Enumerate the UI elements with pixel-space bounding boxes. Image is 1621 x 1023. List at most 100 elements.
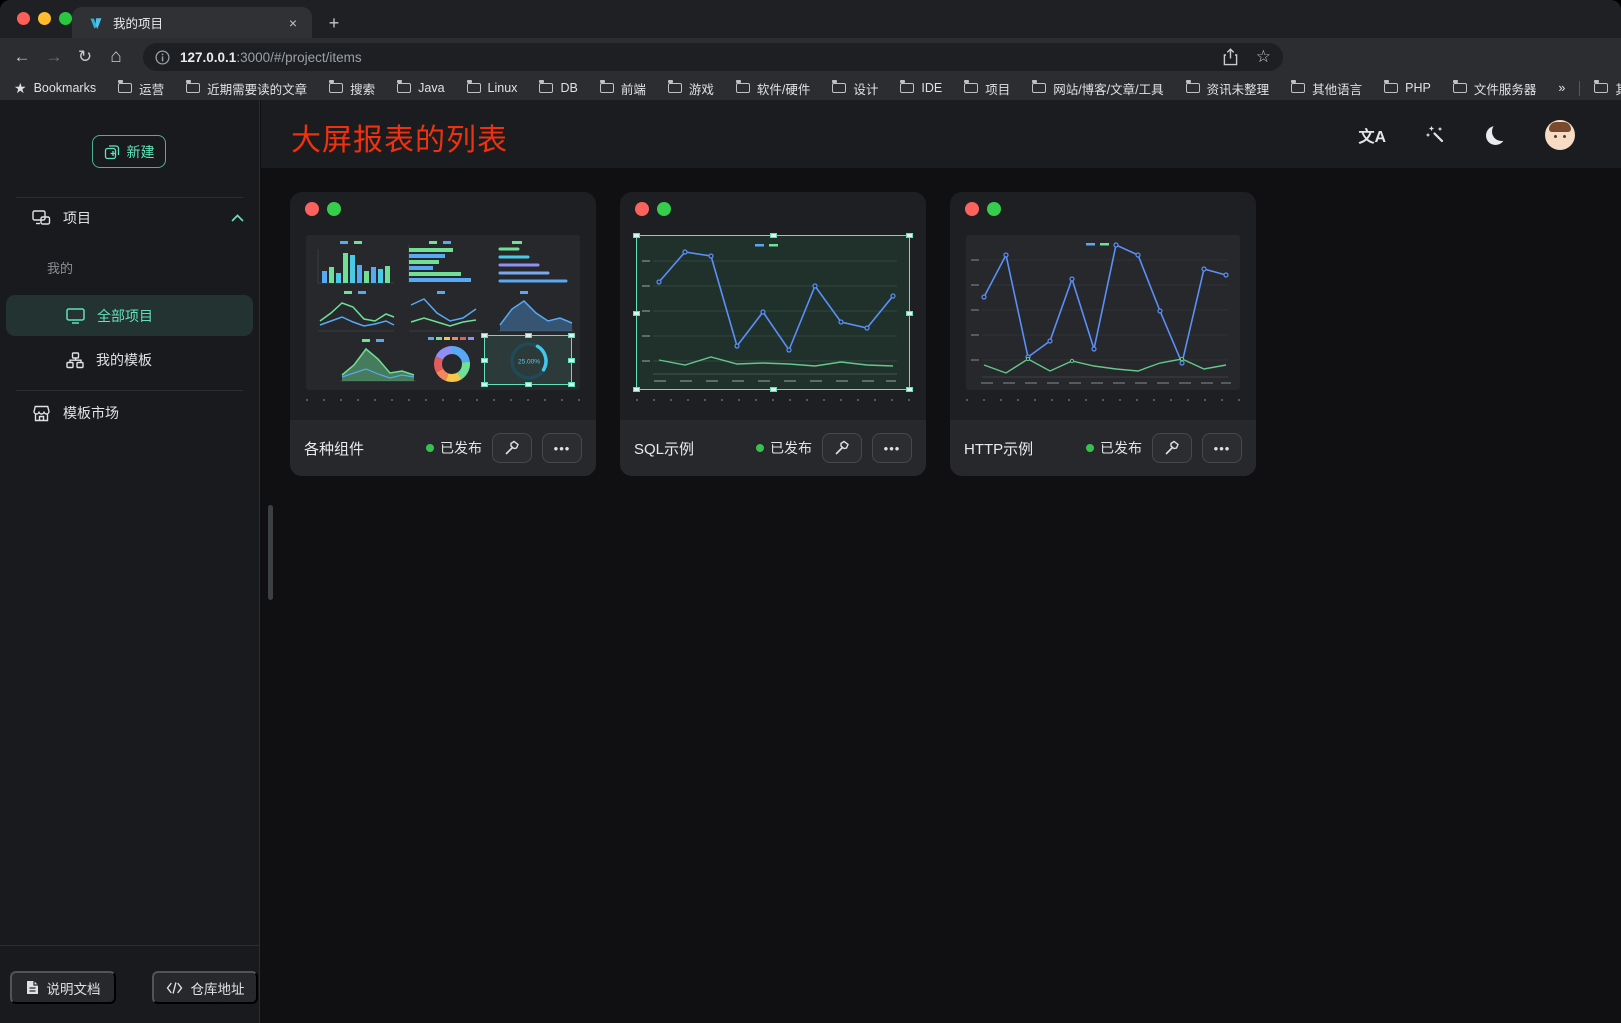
dotted-separator xyxy=(306,399,580,401)
magic-wand-icon[interactable] xyxy=(1426,125,1446,145)
code-icon xyxy=(166,982,183,994)
project-thumbnail-selected xyxy=(636,235,910,390)
card-green-dot xyxy=(987,202,1001,216)
new-tab-button[interactable]: + xyxy=(322,11,346,35)
bookmark-folder[interactable]: DB xyxy=(539,81,577,95)
share-icon[interactable] xyxy=(1223,48,1238,66)
hammer-icon xyxy=(504,440,520,456)
sidebar-footer: 说明文档 仓库地址 xyxy=(0,945,259,1023)
user-avatar[interactable] xyxy=(1545,120,1575,150)
folder-icon xyxy=(964,83,978,93)
edit-project-button[interactable] xyxy=(822,433,862,463)
dark-mode-moon-icon[interactable] xyxy=(1486,126,1505,145)
bookmark-folder[interactable]: 其他语言 xyxy=(1291,79,1362,98)
bookmark-folder[interactable]: 项目 xyxy=(964,79,1010,98)
tab-title: 我的项目 xyxy=(113,13,284,32)
bookmark-folder[interactable]: 网站/博客/文章/工具 xyxy=(1032,79,1163,98)
dotted-separator xyxy=(636,399,910,401)
bookmark-folder[interactable]: IDE xyxy=(900,81,942,95)
tab-strip: 我的项目 × + xyxy=(0,0,1621,38)
template-nodes-icon xyxy=(66,352,84,369)
card-red-dot xyxy=(635,202,649,216)
folder-icon xyxy=(900,83,914,93)
new-project-button[interactable]: 新建 xyxy=(92,135,166,168)
project-title: SQL示例 xyxy=(634,438,694,459)
goview-favicon-icon xyxy=(88,15,104,31)
sidebar-item-my-templates[interactable]: 我的模板 xyxy=(66,350,246,370)
folder-icon xyxy=(600,83,614,93)
folder-icon xyxy=(1186,83,1200,93)
more-actions-button[interactable]: ••• xyxy=(1202,433,1242,463)
selected-gauge-widget: 25.00% xyxy=(484,335,572,385)
hammer-icon xyxy=(1164,440,1180,456)
card-red-dot xyxy=(305,202,319,216)
screens-icon xyxy=(32,210,51,227)
project-thumbnail xyxy=(966,235,1240,390)
card-red-dot xyxy=(965,202,979,216)
site-info-icon[interactable] xyxy=(155,50,170,65)
bookmark-folder[interactable]: 运营 xyxy=(118,79,164,98)
project-title: HTTP示例 xyxy=(964,438,1033,459)
bookmark-folder[interactable]: 软件/硬件 xyxy=(736,79,810,98)
edit-project-button[interactable] xyxy=(1152,433,1192,463)
copy-plus-icon xyxy=(104,144,120,160)
card-footer: SQL示例 已发布 ••• xyxy=(620,420,926,476)
monitor-icon xyxy=(66,308,85,324)
more-actions-button[interactable]: ••• xyxy=(872,433,912,463)
dotted-separator xyxy=(966,399,1240,401)
bookmark-folder[interactable]: Java xyxy=(397,81,444,95)
back-icon[interactable]: ← xyxy=(10,45,34,69)
close-window-button[interactable] xyxy=(17,12,30,25)
home-icon[interactable]: ⌂ xyxy=(104,45,128,69)
storefront-icon xyxy=(32,405,51,422)
bookmark-folder[interactable]: Linux xyxy=(467,81,518,95)
zoom-window-button[interactable] xyxy=(59,12,72,25)
folder-icon xyxy=(118,83,132,93)
browser-tab[interactable]: 我的项目 × xyxy=(72,7,312,38)
project-card[interactable]: 25.00% 各种组件 已发布 ••• xyxy=(290,192,596,476)
divider xyxy=(16,197,243,198)
bookmarks-overflow-icon[interactable]: » xyxy=(1558,81,1565,95)
docs-button[interactable]: 说明文档 xyxy=(10,971,116,1004)
bookmark-folder[interactable]: 文件服务器 xyxy=(1453,79,1537,98)
sidebar-item-template-market[interactable]: 模板市场 xyxy=(32,403,244,423)
bookmark-folder[interactable]: 近期需要读的文章 xyxy=(186,79,307,98)
project-card[interactable]: SQL示例 已发布 ••• xyxy=(620,192,926,476)
bookmark-folder[interactable]: 游戏 xyxy=(668,79,714,98)
url-host: 127.0.0.1 xyxy=(180,50,236,65)
bookmarks-root[interactable]: ★Bookmarks xyxy=(14,80,96,97)
folder-icon xyxy=(1291,83,1305,93)
project-title: 各种组件 xyxy=(304,438,364,459)
bookmark-folder[interactable]: 搜索 xyxy=(329,79,375,98)
folder-icon xyxy=(1384,83,1398,93)
sidebar-group-projects[interactable]: 项目 xyxy=(32,208,244,228)
minimize-window-button[interactable] xyxy=(38,12,51,25)
project-card[interactable]: HTTP示例 已发布 ••• xyxy=(950,192,1256,476)
hammer-icon xyxy=(834,440,850,456)
more-actions-button[interactable]: ••• xyxy=(542,433,582,463)
folder-icon xyxy=(397,83,411,93)
scrollbar-thumb[interactable] xyxy=(268,505,273,600)
folder-icon xyxy=(329,83,343,93)
reload-icon[interactable]: ↻ xyxy=(73,45,97,69)
address-bar[interactable]: 127.0.0.1:3000/#/project/items ☆ xyxy=(143,43,1283,71)
tab-close-icon[interactable]: × xyxy=(284,14,302,32)
card-footer: HTTP示例 已发布 ••• xyxy=(950,420,1256,476)
card-green-dot xyxy=(657,202,671,216)
edit-project-button[interactable] xyxy=(492,433,532,463)
sidebar-item-all-projects[interactable]: 全部项目 xyxy=(6,295,253,336)
browser-window: 我的项目 × + ← → ↻ ⌂ 127.0.0.1:3000/#/projec… xyxy=(0,0,1621,1023)
browser-toolbar: ← → ↻ ⌂ 127.0.0.1:3000/#/project/items ☆… xyxy=(0,38,1621,76)
bookmark-folder[interactable]: 资讯未整理 xyxy=(1186,79,1270,98)
donut-chart-preview xyxy=(424,335,480,387)
folder-icon xyxy=(539,83,553,93)
bookmark-folder[interactable]: 前端 xyxy=(600,79,646,98)
bookmark-star-icon[interactable]: ☆ xyxy=(1256,47,1271,67)
bookmark-folder[interactable]: 设计 xyxy=(832,79,878,98)
forward-icon[interactable]: → xyxy=(42,45,66,69)
language-icon[interactable]: 文A xyxy=(1358,123,1386,147)
repo-button[interactable]: 仓库地址 xyxy=(152,971,258,1004)
other-bookmarks[interactable]: 其他书签 xyxy=(1594,79,1621,98)
bookmark-folder[interactable]: PHP xyxy=(1384,81,1431,95)
chevron-up-icon[interactable] xyxy=(231,214,244,222)
